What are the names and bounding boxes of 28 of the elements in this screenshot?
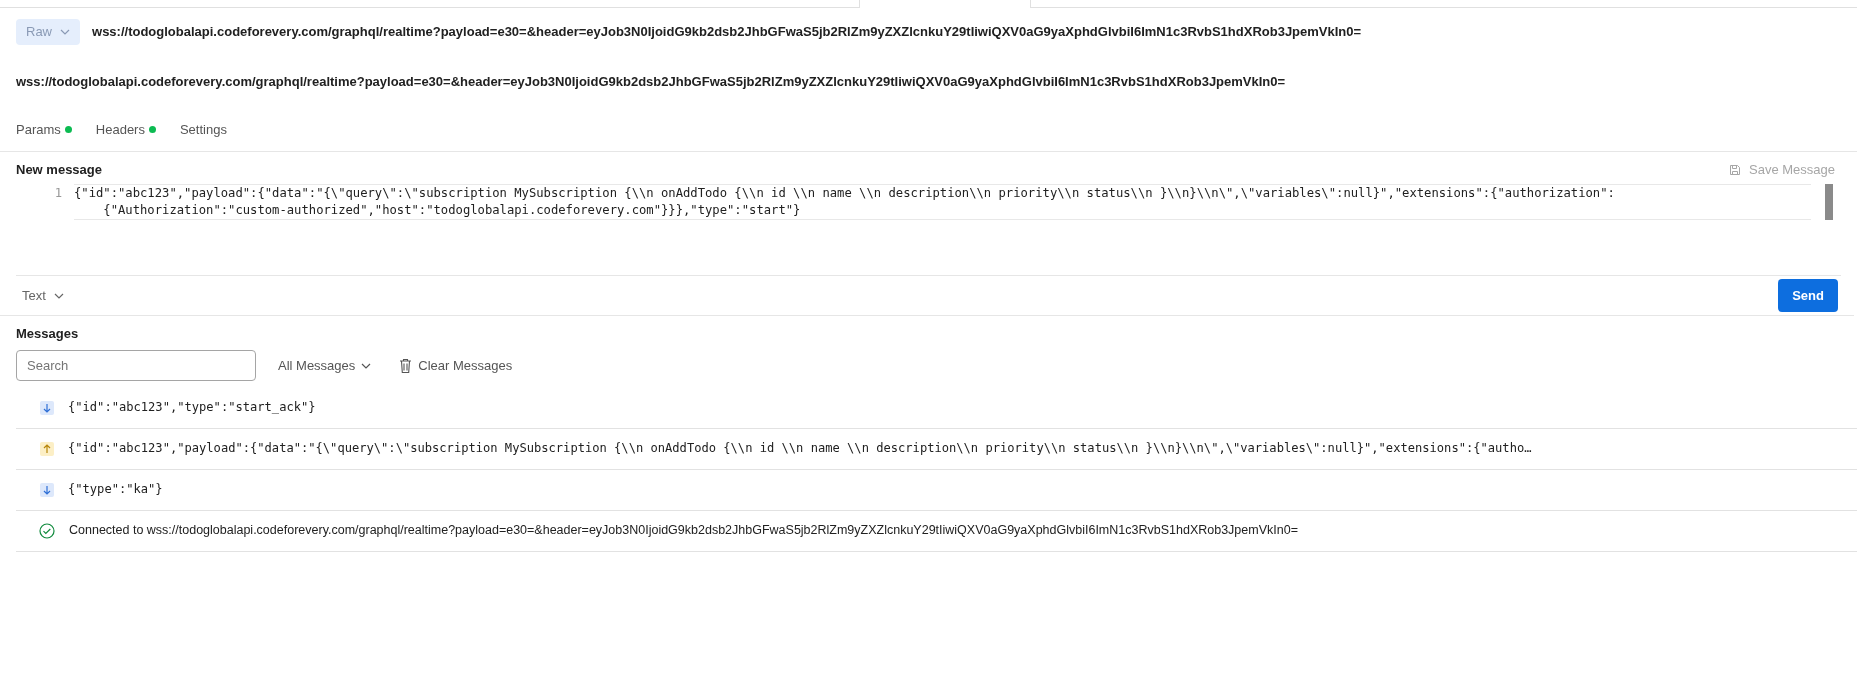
format-dropdown[interactable]: Text [16, 284, 70, 307]
save-icon [1729, 164, 1741, 176]
scrollbar[interactable] [1825, 184, 1833, 220]
tab[interactable]: Params [16, 119, 72, 140]
tab[interactable]: Headers [95, 119, 156, 140]
message-text: {"type":"ka"} [68, 481, 163, 499]
section-title: Messages [16, 326, 79, 341]
message-text: {"id":"abc123","type":"start_ack"} [68, 399, 316, 417]
url-text: wss://todoglobalapi.codeforevery.com/graphql/realtime?payload=e30=&header=eyJob3N0IjoidG9kb2dsb2JhbGFwaS5jb2RlZm9yZXZlcnkuY29tIiwiQXV0aG9yaXphdGlvbiI6ImN1c3RvbS1hdXRob3JpemVkIn0= [92, 23, 1362, 42]
tab[interactable]: Settings [179, 119, 227, 140]
send-button[interactable]: Send [1778, 278, 1838, 313]
filter-dropdown[interactable]: All Messages [272, 354, 378, 377]
message-text: Connected to wss://todoglobalapi.codeforevery.com/graphql/realtime?payload=e30=&header=eyJob3N0IjoidG9kb2dsb2JhbGFwaS5jb2RlZm9yZXZlcnkuY29tIiwiQXV0aG9yaXphdGlvbiI6ImN1c3RvbS1hdXRob3JpemVkIn0= [69, 522, 1298, 540]
clear-messages-button[interactable]: Clear Messages [393, 354, 519, 377]
chevron-icon [60, 29, 70, 35]
code-line[interactable]: {"id":"abc123","payload":{"data":"{\"query\":\"subscription MySubscription {\\n onAddTodo {\\n id \\n name \\n description\\n priority\\n status\\n }\\n}\\n\",\"variables\":null}","extensions":{"authorization": {"Authorization":"custom-authorized","host":"todoglobalapi.codeforevery.com"}}},"type":"start"} [74, 184, 1811, 220]
chevron-icon [53, 292, 64, 299]
trash-icon [399, 357, 413, 374]
connection-url: wss://todoglobalapi.codeforevery.com/graphql/realtime?payload=e30=&header=eyJob3N0IjoidG9kb2dsb2JhbGFwaS5jb2RlZm9yZXZlcnkuY29tIiwiQXV0aG9yaXphdGlvbiI6ImN1c3RvbS1hdXRob3JpemVkIn0= [16, 73, 1286, 92]
line-number: 1 [53, 185, 63, 202]
search-field[interactable]: Search [16, 350, 256, 381]
chevron-icon [361, 362, 372, 369]
arrow-up-icon [40, 441, 54, 456]
message-text: {"id":"abc123","payload":{"data":"{\"query\":\"subscription MySubscription {\\n onAddTodo {\\n id \\n name \\n description\\n priority\\n status\\n }\\n}\\n\",\"variables\":null}","extensions":{"autho… [68, 440, 1532, 458]
arrow-down-icon [40, 400, 54, 415]
arrow-down-icon [40, 482, 54, 497]
check-circle-icon [39, 522, 55, 539]
section-title: New message [16, 161, 102, 180]
